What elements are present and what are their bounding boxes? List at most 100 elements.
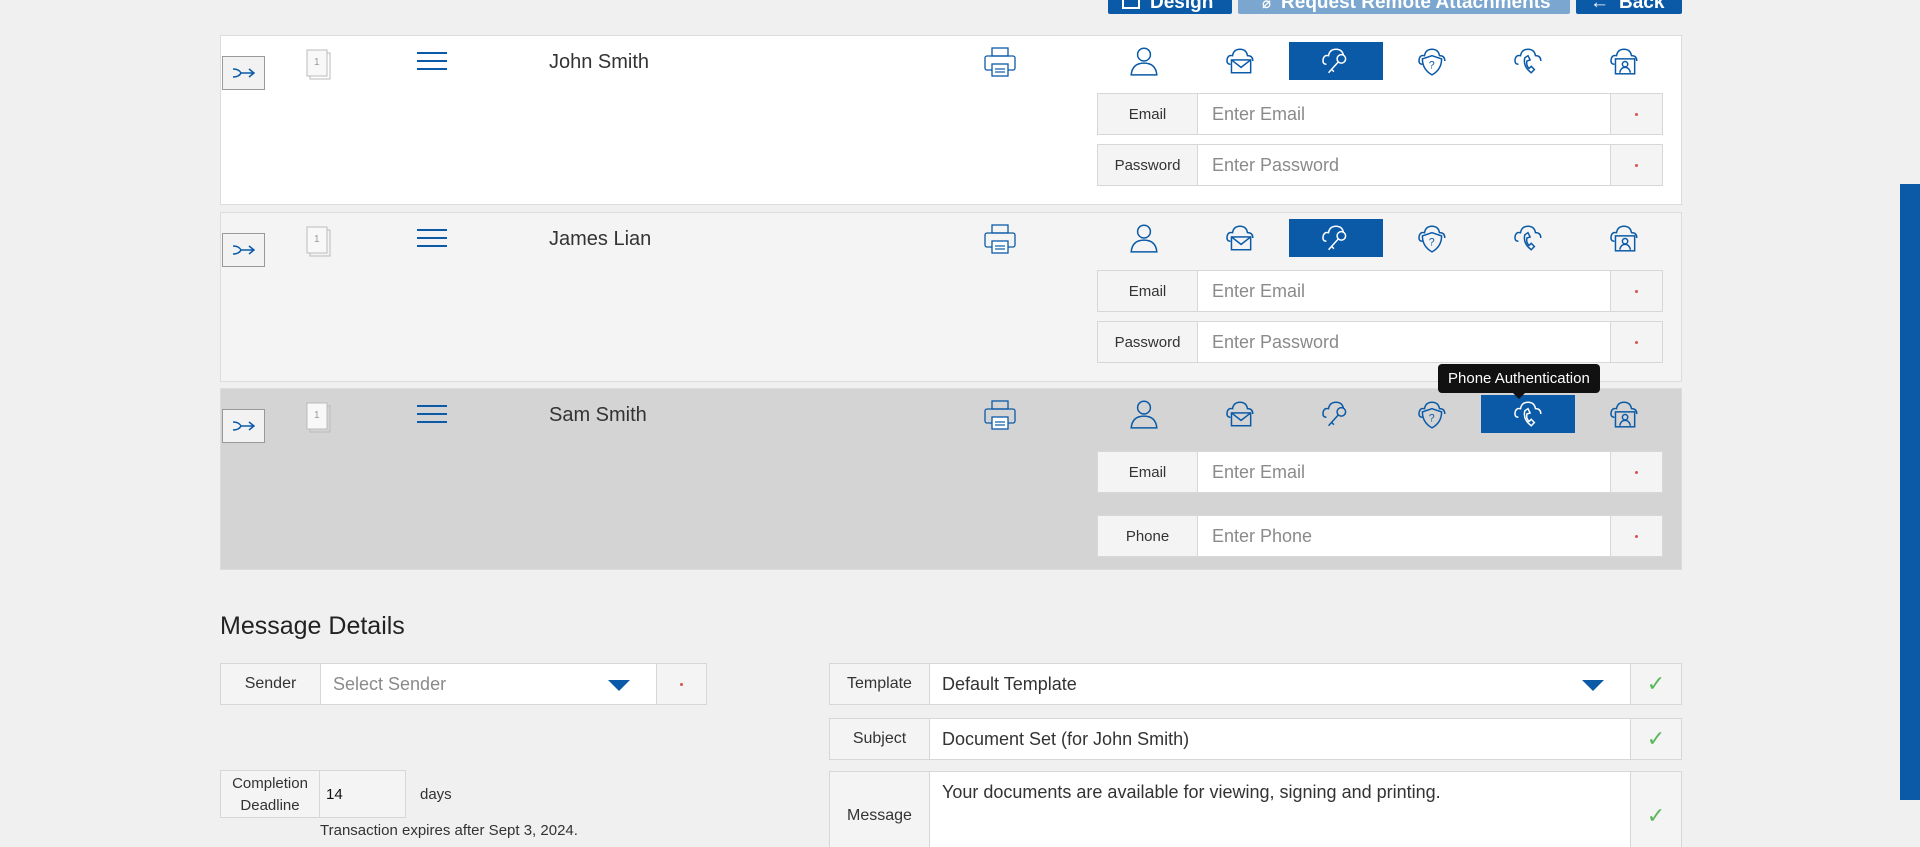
key-icon[interactable] (1289, 42, 1383, 80)
email-input[interactable] (1198, 452, 1610, 492)
request-remote-attachments-button[interactable]: ⌀ Request Remote Attachments (1238, 0, 1570, 14)
routing-button[interactable] (222, 56, 265, 90)
recipient-name: Sam Smith (549, 404, 647, 426)
password-field: Password (1097, 321, 1663, 363)
routing-icon (232, 245, 255, 255)
back-button[interactable]: ← Back (1576, 0, 1682, 14)
menu-icon[interactable] (417, 405, 447, 423)
message-textarea[interactable]: Your documents are available for viewing… (930, 772, 1630, 847)
password-input[interactable] (1198, 322, 1610, 362)
svg-text:1: 1 (314, 234, 320, 245)
expiration-text: Transaction expires after Sept 3, 2024. (320, 822, 578, 839)
request-label: Request Remote Attachments (1281, 0, 1551, 13)
completion-deadline: Completion Deadline 14 days (220, 770, 452, 818)
email-label: Email (1098, 452, 1198, 492)
recipient-name: John Smith (549, 51, 650, 73)
cloud-mail-icon[interactable] (1193, 219, 1287, 257)
phone-field: Phone (1097, 515, 1663, 557)
auth-method-toolbar: ? (1097, 395, 1673, 433)
password-field: Password (1097, 144, 1663, 186)
message-field: Message Your documents are available for… (829, 771, 1682, 847)
required-indicator (1610, 145, 1662, 185)
check-icon: ✓ (1646, 726, 1666, 751)
key-icon[interactable] (1289, 395, 1383, 433)
email-field: Email (1097, 93, 1663, 135)
email-label: Email (1098, 94, 1198, 134)
email-input[interactable] (1198, 271, 1610, 311)
phone-input[interactable] (1198, 516, 1610, 556)
email-input[interactable] (1198, 94, 1610, 134)
required-indicator (1610, 516, 1662, 556)
cloud-mail-icon[interactable] (1193, 395, 1287, 433)
subject-input[interactable]: Document Set (for John Smith) (930, 719, 1630, 759)
design-label: Design (1150, 0, 1214, 13)
cloud-mail-icon[interactable] (1193, 42, 1287, 80)
cloud-id-icon[interactable] (1577, 395, 1671, 433)
template-value: Default Template (942, 673, 1077, 694)
document-count-icon[interactable]: 1 (305, 401, 331, 433)
printer-icon[interactable] (983, 222, 1017, 256)
routing-button[interactable] (222, 233, 265, 267)
cloud-id-icon[interactable] (1577, 42, 1671, 80)
subject-label: Subject (830, 719, 930, 759)
shield-question-icon[interactable]: ? (1385, 42, 1479, 80)
auth-method-toolbar: ? (1097, 219, 1673, 257)
message-label: Message (830, 772, 930, 847)
check-icon: ✓ (1646, 671, 1666, 696)
deadline-input[interactable]: 14 (320, 770, 406, 818)
chevron-down-icon[interactable] (1582, 680, 1604, 691)
routing-icon (232, 68, 255, 78)
required-indicator (1610, 452, 1662, 492)
person-icon[interactable] (1097, 42, 1191, 80)
routing-icon (232, 421, 255, 431)
required-indicator (1610, 94, 1662, 134)
shield-question-icon[interactable]: ? (1385, 219, 1479, 257)
shield-question-icon[interactable]: ? (1385, 395, 1479, 433)
password-label: Password (1098, 145, 1198, 185)
required-indicator (656, 664, 706, 704)
back-label: Back (1619, 0, 1665, 13)
cloud-id-icon[interactable] (1577, 219, 1671, 257)
sender-label: Sender (221, 664, 321, 704)
person-icon[interactable] (1097, 219, 1191, 257)
printer-icon[interactable] (983, 45, 1017, 79)
person-icon[interactable] (1097, 395, 1191, 433)
sender-field: Sender Select Sender (220, 663, 707, 705)
valid-indicator: ✓ (1630, 719, 1681, 759)
subject-field: Subject Document Set (for John Smith) ✓ (829, 718, 1682, 760)
chevron-down-icon[interactable] (608, 680, 630, 691)
valid-indicator: ✓ (1630, 772, 1681, 847)
deadline-unit: days (420, 785, 452, 803)
design-icon (1122, 0, 1140, 9)
valid-indicator: ✓ (1630, 664, 1681, 704)
recipient-row: 1 Sam Smith ? Email Phone (220, 388, 1682, 570)
phone-icon[interactable] (1481, 219, 1575, 257)
email-field: Email (1097, 270, 1663, 312)
document-count-icon[interactable]: 1 (305, 48, 331, 80)
attachment-icon: ⌀ (1262, 0, 1272, 12)
svg-text:1: 1 (314, 57, 320, 68)
menu-icon[interactable] (417, 229, 447, 247)
scrollbar[interactable] (1900, 184, 1920, 800)
template-select[interactable]: Default Template (930, 664, 1630, 704)
check-icon: ✓ (1646, 803, 1666, 828)
design-button[interactable]: Design (1108, 0, 1232, 14)
password-input[interactable] (1198, 145, 1610, 185)
template-field: Template Default Template ✓ (829, 663, 1682, 705)
routing-button[interactable] (222, 409, 265, 443)
menu-icon[interactable] (417, 52, 447, 70)
phone-icon[interactable] (1481, 42, 1575, 80)
recipient-row: 1 James Lian ? Email Password (220, 212, 1682, 382)
deadline-label: Completion Deadline (220, 770, 320, 818)
password-label: Password (1098, 322, 1198, 362)
sender-select[interactable]: Select Sender (321, 664, 656, 704)
sender-placeholder: Select Sender (333, 673, 447, 694)
printer-icon[interactable] (983, 398, 1017, 432)
template-label: Template (830, 664, 930, 704)
email-label: Email (1098, 271, 1198, 311)
recipient-row: 1 John Smith ? Email Password (220, 35, 1682, 205)
key-icon[interactable] (1289, 219, 1383, 257)
document-count-icon[interactable]: 1 (305, 225, 331, 257)
svg-text:1: 1 (314, 410, 320, 421)
phone-icon[interactable] (1481, 395, 1575, 433)
